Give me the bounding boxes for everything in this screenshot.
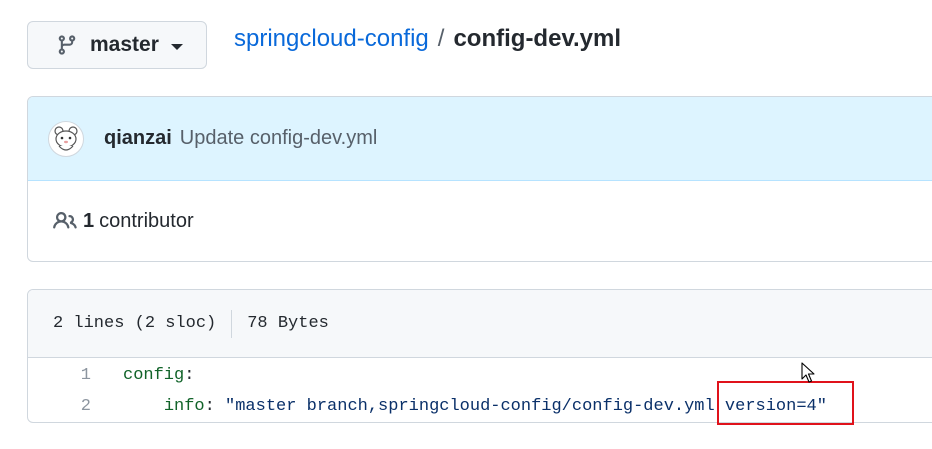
breadcrumb-separator: /	[437, 25, 445, 52]
git-branch-icon	[56, 34, 78, 56]
commit-message[interactable]: Update config-dev.yml	[180, 127, 378, 150]
people-icon	[53, 209, 77, 233]
latest-commit-box: qianzai Update config-dev.yml 1 contribu…	[27, 96, 932, 262]
header-divider	[231, 309, 233, 338]
file-size: 78 Bytes	[247, 314, 329, 333]
line-number[interactable]: 1	[28, 360, 91, 391]
avatar[interactable]	[48, 120, 84, 157]
branch-label: master	[90, 33, 159, 56]
file-info-header: 2 lines (2 sloc) 78 Bytes	[28, 290, 932, 358]
line-count: 2 lines (2 sloc)	[53, 314, 217, 333]
line-number[interactable]: 2	[28, 391, 91, 422]
file-name: config-dev.yml	[453, 25, 622, 52]
caret-down-icon	[170, 43, 183, 50]
commit-author[interactable]: qianzai	[104, 127, 172, 150]
branch-select-button[interactable]: master	[27, 21, 207, 69]
contributor-count: 1	[83, 209, 95, 232]
line-content: config:	[123, 360, 194, 391]
yaml-colon: :	[204, 397, 226, 416]
yaml-key: config	[123, 366, 185, 385]
commit-header: qianzai Update config-dev.yml	[28, 97, 932, 181]
contributors-row[interactable]: 1 contributor	[28, 181, 932, 261]
yaml-colon: :	[184, 366, 195, 385]
mouse-cursor-icon	[801, 362, 815, 383]
yaml-indent	[123, 397, 164, 416]
annotation-highlight-box	[717, 381, 854, 425]
yaml-key: info	[163, 397, 205, 416]
contributor-label: contributor	[99, 209, 194, 232]
breadcrumb: springcloud-config / config-dev.yml	[234, 25, 621, 53]
repo-link[interactable]: springcloud-config	[234, 25, 429, 53]
